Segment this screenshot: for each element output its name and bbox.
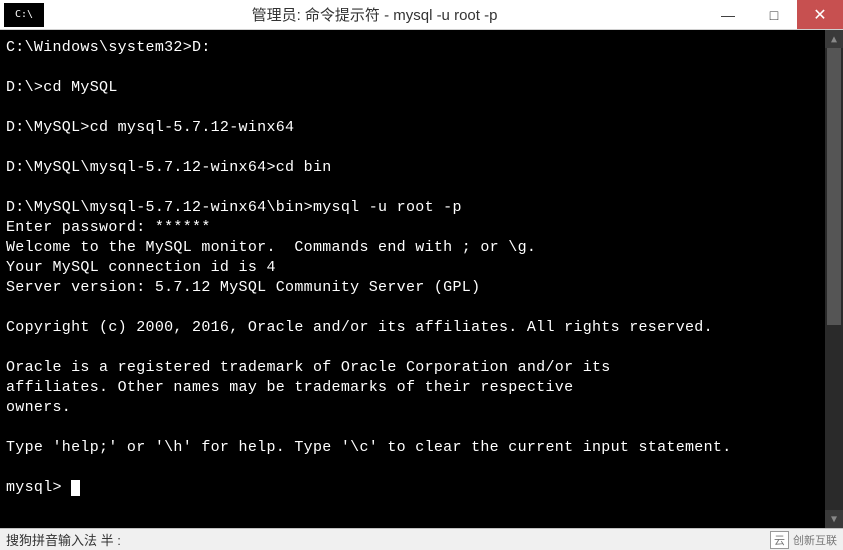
- ime-status: 搜狗拼音输入法 半 :: [6, 530, 121, 549]
- watermark-text: 创新互联: [793, 532, 837, 548]
- cursor: [71, 480, 80, 496]
- window: C:\ 管理员: 命令提示符 - mysql -u root -p — □ ✕ …: [0, 0, 843, 550]
- window-title: 管理员: 命令提示符 - mysql -u root -p: [44, 4, 705, 25]
- terminal-area: C:\Windows\system32>D: D:\>cd MySQL D:\M…: [0, 30, 843, 528]
- watermark-box: 云: [770, 531, 789, 549]
- scroll-down-button[interactable]: ▼: [825, 510, 843, 528]
- close-button[interactable]: ✕: [797, 0, 843, 29]
- terminal-output[interactable]: C:\Windows\system32>D: D:\>cd MySQL D:\M…: [0, 30, 825, 528]
- titlebar[interactable]: C:\ 管理员: 命令提示符 - mysql -u root -p — □ ✕: [0, 0, 843, 30]
- scroll-up-button[interactable]: ▲: [825, 30, 843, 48]
- ime-bar: 搜狗拼音输入法 半 : 云 创新互联: [0, 528, 843, 550]
- scrollbar[interactable]: ▲ ▼: [825, 30, 843, 528]
- scroll-thumb[interactable]: [827, 48, 841, 325]
- cmd-icon: C:\: [4, 3, 44, 27]
- watermark: 云 创新互联: [770, 531, 837, 549]
- maximize-button[interactable]: □: [751, 0, 797, 29]
- window-controls: — □ ✕: [705, 0, 843, 29]
- scroll-track[interactable]: [825, 48, 843, 510]
- minimize-button[interactable]: —: [705, 0, 751, 29]
